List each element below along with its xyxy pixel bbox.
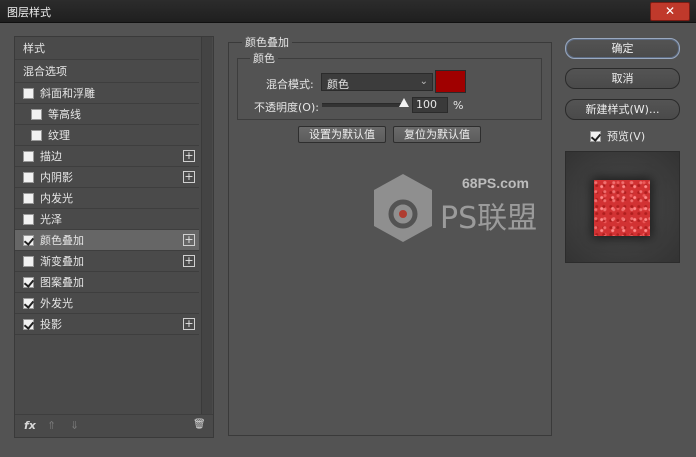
style-item-label: 斜面和浮雕: [40, 87, 95, 100]
watermark-site: 68PS.com: [462, 175, 529, 191]
add-effect-icon[interactable]: +: [183, 318, 195, 330]
opacity-input[interactable]: 100: [412, 97, 448, 113]
move-down-icon[interactable]: ⇓: [70, 419, 79, 432]
style-item[interactable]: 渐变叠加 +: [15, 251, 199, 272]
add-effect-icon[interactable]: +: [183, 171, 195, 183]
style-item-label: 内发光: [40, 192, 73, 205]
blend-mode-value: 颜色: [327, 78, 349, 91]
new-style-button[interactable]: 新建样式(W)...: [565, 99, 680, 120]
style-item[interactable]: 样式: [15, 37, 199, 60]
style-item-checkbox[interactable]: [31, 108, 42, 120]
style-item[interactable]: 斜面和浮雕: [15, 83, 199, 104]
trash-icon[interactable]: 🗑: [193, 419, 206, 430]
style-item-label: 颜色叠加: [40, 234, 84, 247]
ok-button[interactable]: 确定: [565, 38, 680, 59]
reset-default-button[interactable]: 复位为默认值: [393, 126, 481, 143]
opacity-slider-thumb[interactable]: [399, 98, 409, 107]
style-item-checkbox[interactable]: [23, 150, 34, 162]
style-item[interactable]: 纹理: [15, 125, 199, 146]
styles-panel: 样式混合选项斜面和浮雕等高线纹理描边 + 内阴影 + 内发光光泽颜色叠加 + 渐变叠加 + 图案…: [14, 36, 214, 438]
blend-mode-select[interactable]: 颜色 ⌄: [321, 73, 433, 91]
style-item-label: 光泽: [40, 213, 62, 226]
color-group-title: 颜色: [250, 50, 278, 66]
fx-icon[interactable]: fx: [24, 419, 36, 432]
set-default-button[interactable]: 设置为默认值: [298, 126, 386, 143]
style-item[interactable]: 内发光: [15, 188, 199, 209]
section-title: 颜色叠加: [242, 34, 292, 50]
chevron-down-icon: ⌄: [419, 76, 428, 87]
style-item-checkbox[interactable]: [23, 213, 34, 225]
style-list-toolbar: fx ⇑ ⇓ 🗑: [15, 414, 213, 437]
blend-mode-label: 混合模式:: [266, 78, 314, 91]
style-item[interactable]: 外发光: [15, 293, 199, 314]
style-item-label: 纹理: [48, 129, 70, 142]
preview-thumbnail: [594, 180, 650, 236]
style-item-checkbox[interactable]: [31, 129, 42, 141]
opacity-unit: %: [453, 99, 464, 112]
style-item-checkbox[interactable]: [23, 171, 34, 183]
preview-label: 预览(V): [607, 130, 646, 143]
preview-toggle[interactable]: 预览(V): [590, 128, 645, 144]
style-item-checkbox[interactable]: [23, 234, 34, 246]
style-item-label: 外发光: [40, 297, 73, 310]
style-item[interactable]: 投影 +: [15, 314, 199, 335]
style-item-checkbox[interactable]: [23, 255, 34, 267]
logo-dot: [399, 210, 407, 218]
style-item[interactable]: 混合选项: [15, 60, 199, 83]
dialog-titlebar: 图层样式 ✕: [0, 0, 696, 23]
style-item-checkbox[interactable]: [23, 276, 34, 288]
style-item-label: 等高线: [48, 108, 81, 121]
opacity-label: 不透明度(O):: [254, 101, 319, 114]
preview-checkbox[interactable]: [590, 130, 601, 142]
style-item[interactable]: 内阴影 +: [15, 167, 199, 188]
opacity-slider-track[interactable]: [322, 103, 407, 107]
style-item-checkbox[interactable]: [23, 297, 34, 309]
add-effect-icon[interactable]: +: [183, 234, 195, 246]
style-item-checkbox[interactable]: [23, 192, 34, 204]
style-item-label: 图案叠加: [40, 276, 84, 289]
dialog-title: 图层样式: [7, 6, 51, 19]
add-effect-icon[interactable]: +: [183, 255, 195, 267]
add-effect-icon[interactable]: +: [183, 150, 195, 162]
move-up-icon[interactable]: ⇑: [47, 419, 56, 432]
style-item-label: 渐变叠加: [40, 255, 84, 268]
style-item-label: 投影: [40, 318, 62, 331]
style-item[interactable]: 描边 +: [15, 146, 199, 167]
logo-hexagon: [374, 174, 432, 242]
cancel-button[interactable]: 取消: [565, 68, 680, 89]
style-item-label: 样式: [23, 42, 45, 55]
style-preview: [565, 151, 680, 263]
style-list-scrollbar[interactable]: [201, 37, 212, 415]
style-item[interactable]: 光泽: [15, 209, 199, 230]
watermark-logo: 68PS.com PS联盟: [374, 174, 537, 242]
style-list: 样式混合选项斜面和浮雕等高线纹理描边 + 内阴影 + 内发光光泽颜色叠加 + 渐变叠加 + 图案…: [15, 37, 199, 335]
overlay-color-swatch[interactable]: [435, 70, 466, 93]
style-item[interactable]: 图案叠加: [15, 272, 199, 293]
style-item-checkbox[interactable]: [23, 318, 34, 330]
watermark-brand: PS联盟: [440, 201, 537, 236]
style-item-label: 描边: [40, 150, 62, 163]
style-item[interactable]: 等高线: [15, 104, 199, 125]
style-item[interactable]: 颜色叠加 +: [15, 230, 199, 251]
style-item-label: 内阴影: [40, 171, 73, 184]
style-item-label: 混合选项: [23, 65, 67, 78]
close-button[interactable]: ✕: [650, 2, 690, 21]
style-item-checkbox[interactable]: [23, 87, 34, 99]
